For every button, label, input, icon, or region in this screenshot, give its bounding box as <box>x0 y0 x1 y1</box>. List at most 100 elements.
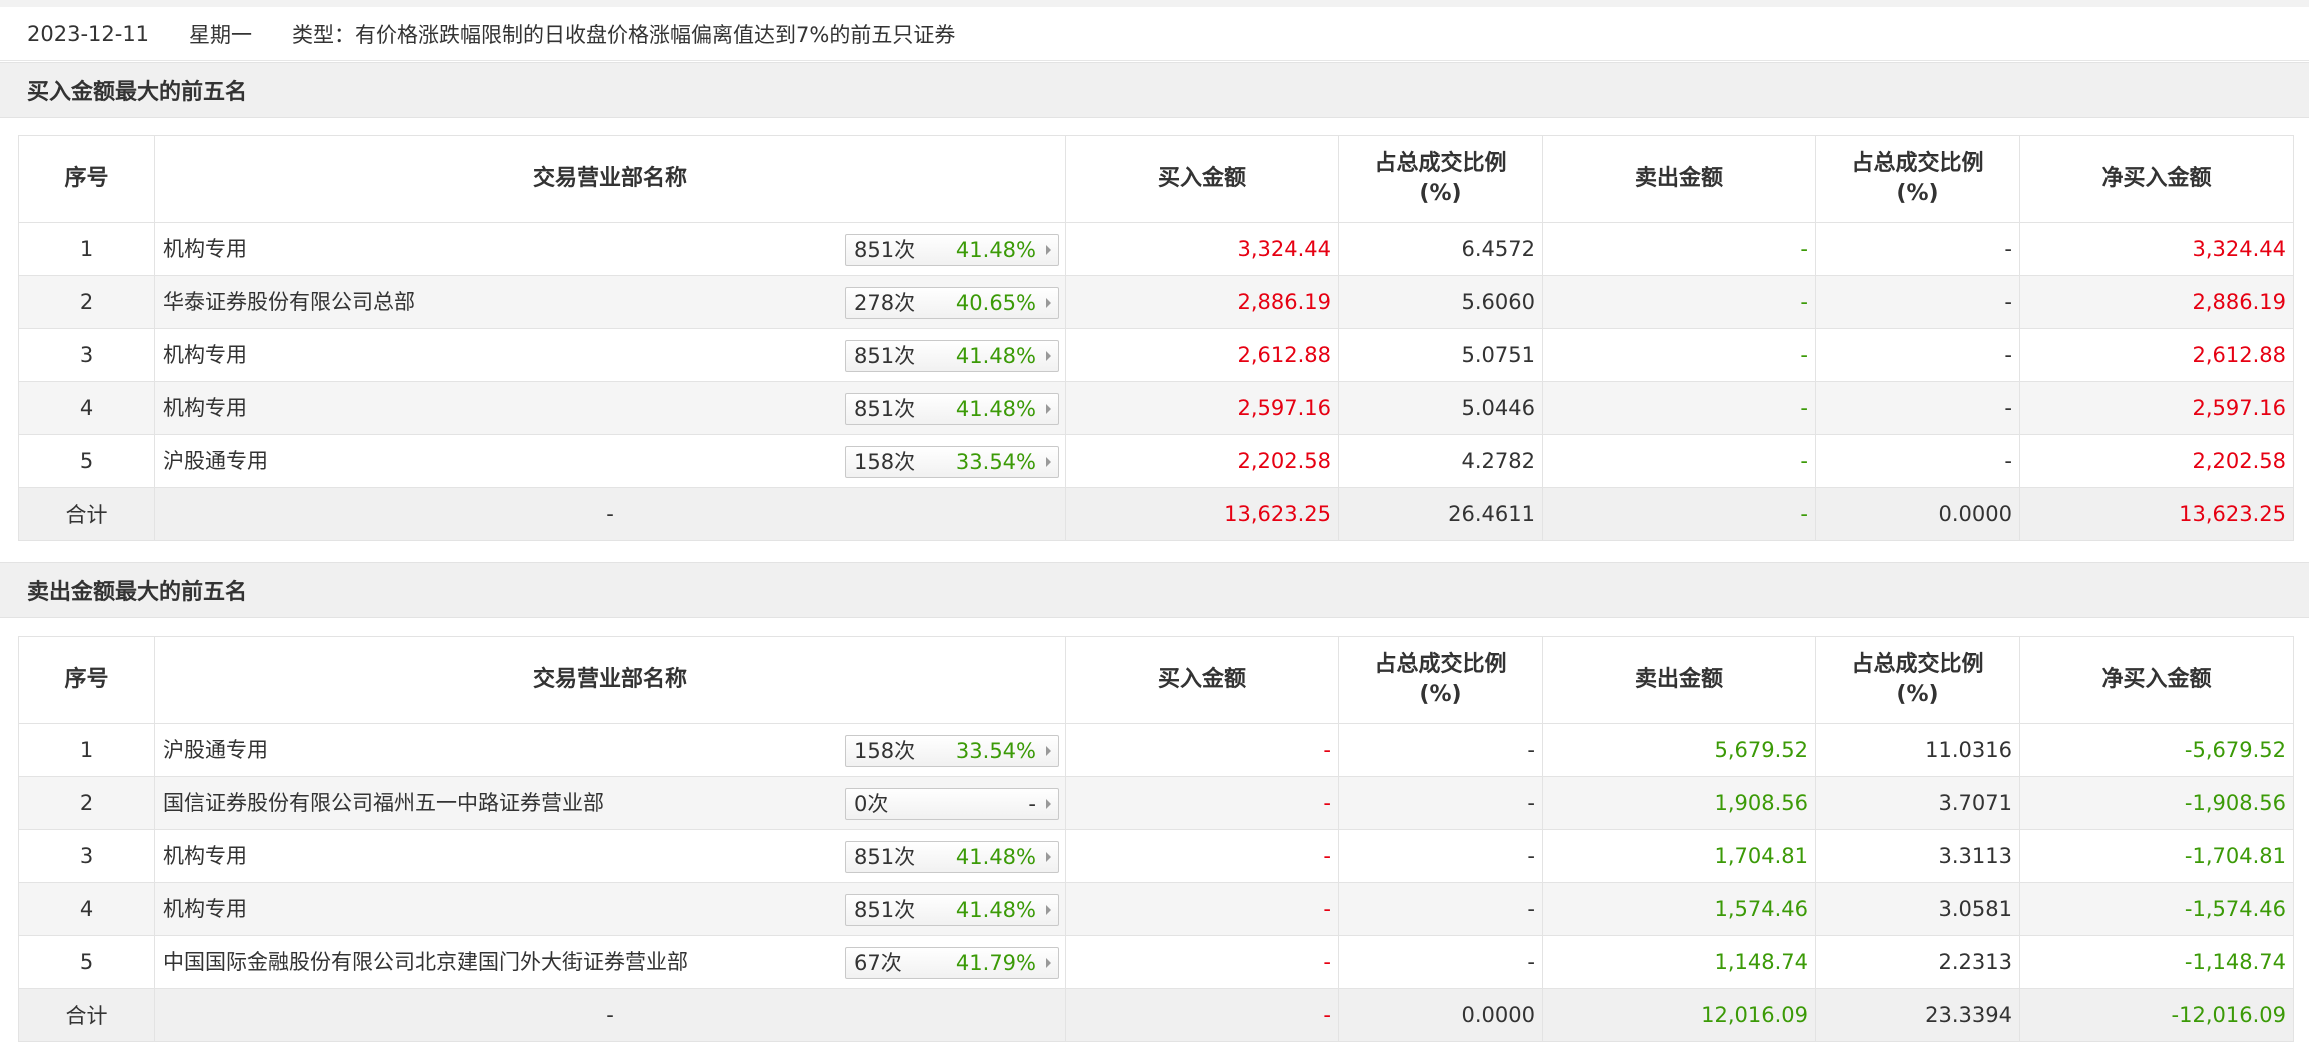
branch-stats-button[interactable]: 158次 33.54% <box>845 446 1059 478</box>
col-branch-name: 交易营业部名称 <box>154 636 1066 724</box>
branch-name-link[interactable]: 华泰证券股份有限公司总部 <box>163 276 415 328</box>
branch-name-link[interactable]: 机构专用 <box>163 223 247 275</box>
row-index: 3 <box>18 829 155 883</box>
success-rate: - <box>1028 792 1036 816</box>
branch-cell: 华泰证券股份有限公司总部 278次 40.65% <box>154 275 1066 329</box>
sell-amount: 5,679.52 <box>1542 723 1816 777</box>
branch-name-link[interactable]: 中国国际金融股份有限公司北京建国门外大街证券营业部 <box>163 936 688 988</box>
row-index: 1 <box>18 222 155 276</box>
caret-right-icon <box>1046 958 1051 968</box>
sell-ratio: - <box>1815 275 2020 329</box>
table-row: 3 机构专用 851次 41.48% 2,612.88 5.0751- -2,612.88 <box>18 328 2294 382</box>
branch-cell: 国信证券股份有限公司福州五一中路证券营业部 0次 - <box>154 776 1066 830</box>
col-sell-amount: 卖出金额 <box>1542 636 1816 724</box>
sell-amount: 1,574.46 <box>1542 882 1816 936</box>
table-row: 4 机构专用 851次 41.48% 2,597.16 5.0446- -2,597.16 <box>18 381 2294 435</box>
table-row: 2 华泰证券股份有限公司总部 278次 40.65% 2,886.19 5.6060- -2… <box>18 275 2294 329</box>
table-header-row: 序号 交易营业部名称 买入金额 占总成交比例 (%) 卖出金额 占总成交比例 (%)… <box>18 636 2294 724</box>
total-net-amount: -12,016.09 <box>2019 988 2294 1042</box>
row-index: 4 <box>18 882 155 936</box>
sell-section-title: 卖出金额最大的前五名 <box>0 562 2309 618</box>
sell-ratio: 2.2313 <box>1815 935 2020 989</box>
total-label: 合计 <box>18 988 155 1042</box>
table-row: 4 机构专用 851次 41.48% - -1,574.46 3.0581 -1,574.46 <box>18 882 2294 936</box>
branch-stats-button[interactable]: 851次 41.48% <box>845 894 1059 926</box>
col-index: 序号 <box>18 135 155 223</box>
total-row: 合计 -13,623.25 26.4611-0.0000 13,623.25 <box>18 487 2294 541</box>
success-rate: 41.48% <box>955 845 1036 869</box>
appearance-count: 851次 <box>854 898 916 922</box>
sell-ratio: 3.0581 <box>1815 882 2020 936</box>
total-branch: - <box>154 487 1066 541</box>
sell-amount: 1,704.81 <box>1542 829 1816 883</box>
sell-ratio: - <box>1815 222 2020 276</box>
branch-name-link[interactable]: 机构专用 <box>163 883 247 935</box>
buy-ratio: - <box>1338 882 1543 936</box>
caret-right-icon <box>1046 404 1051 414</box>
table-row: 5 中国国际金融股份有限公司北京建国门外大街证券营业部 67次 41.79% - -1,1… <box>18 935 2294 989</box>
net-amount: 2,202.58 <box>2019 434 2294 488</box>
total-branch: - <box>154 988 1066 1042</box>
branch-name-link[interactable]: 机构专用 <box>163 382 247 434</box>
col-index: 序号 <box>18 636 155 724</box>
branch-cell: 沪股通专用 158次 33.54% <box>154 434 1066 488</box>
branch-stats-button[interactable]: 851次 41.48% <box>845 234 1059 266</box>
net-amount: 2,886.19 <box>2019 275 2294 329</box>
branch-stats-button[interactable]: 158次 33.54% <box>845 735 1059 767</box>
sell-amount: - <box>1542 275 1816 329</box>
branch-cell: 沪股通专用 158次 33.54% <box>154 723 1066 777</box>
branch-name-link[interactable]: 沪股通专用 <box>163 724 268 776</box>
branch-stats-button[interactable]: 67次 41.79% <box>845 947 1059 979</box>
caret-right-icon <box>1046 351 1051 361</box>
branch-stats-button[interactable]: 0次 - <box>845 788 1059 820</box>
row-index: 3 <box>18 328 155 382</box>
sell-amount: - <box>1542 222 1816 276</box>
success-rate: 41.48% <box>955 344 1036 368</box>
col-sell-ratio: 占总成交比例 (%) <box>1815 636 2020 724</box>
appearance-count: 0次 <box>854 792 889 816</box>
row-index: 4 <box>18 381 155 435</box>
table-row: 2 国信证券股份有限公司福州五一中路证券营业部 0次 - - -1,908.56 3.707… <box>18 776 2294 830</box>
branch-cell: 机构专用 851次 41.48% <box>154 222 1066 276</box>
branch-stats-button[interactable]: 851次 41.48% <box>845 841 1059 873</box>
branch-name-link[interactable]: 国信证券股份有限公司福州五一中路证券营业部 <box>163 777 604 829</box>
branch-cell: 机构专用 851次 41.48% <box>154 829 1066 883</box>
col-buy-ratio: 占总成交比例 (%) <box>1338 636 1543 724</box>
success-rate: 33.54% <box>955 450 1036 474</box>
table-header-row: 序号 交易营业部名称 买入金额 占总成交比例 (%) 卖出金额 占总成交比例 (%)… <box>18 135 2294 223</box>
row-index: 5 <box>18 434 155 488</box>
buy-ratio: - <box>1338 935 1543 989</box>
caret-right-icon <box>1046 457 1051 467</box>
appearance-count: 158次 <box>854 450 916 474</box>
total-buy-amount: - <box>1065 988 1339 1042</box>
row-index: 2 <box>18 776 155 830</box>
buy-amount: 2,612.88 <box>1065 328 1339 382</box>
success-rate: 40.65% <box>955 291 1036 315</box>
total-row: 合计 - -0.0000 12,016.09 23.3394 -12,016.09 <box>18 988 2294 1042</box>
appearance-count: 851次 <box>854 238 916 262</box>
branch-stats-button[interactable]: 851次 41.48% <box>845 393 1059 425</box>
col-sell-amount: 卖出金额 <box>1542 135 1816 223</box>
appearance-count: 278次 <box>854 291 916 315</box>
table-row: 1 沪股通专用 158次 33.54% - -5,679.52 11.0316 -5,679.… <box>18 723 2294 777</box>
branch-cell: 机构专用 851次 41.48% <box>154 381 1066 435</box>
success-rate: 33.54% <box>955 739 1036 763</box>
total-sell-ratio: 0.0000 <box>1815 487 2020 541</box>
caret-right-icon <box>1046 905 1051 915</box>
col-sell-ratio: 占总成交比例 (%) <box>1815 135 2020 223</box>
branch-name-link[interactable]: 沪股通专用 <box>163 435 268 487</box>
total-buy-amount: 13,623.25 <box>1065 487 1339 541</box>
appearance-count: 158次 <box>854 739 916 763</box>
buy-amount: - <box>1065 935 1339 989</box>
branch-name-link[interactable]: 机构专用 <box>163 329 247 381</box>
branch-stats-button[interactable]: 851次 41.48% <box>845 340 1059 372</box>
total-sell-ratio: 23.3394 <box>1815 988 2020 1042</box>
buy-amount: - <box>1065 723 1339 777</box>
caret-right-icon <box>1046 298 1051 308</box>
branch-stats-button[interactable]: 278次 40.65% <box>845 287 1059 319</box>
caret-right-icon <box>1046 245 1051 255</box>
buy-ratio: - <box>1338 723 1543 777</box>
buy-amount: - <box>1065 829 1339 883</box>
branch-name-link[interactable]: 机构专用 <box>163 830 247 882</box>
buy-ratio: 5.0751 <box>1338 328 1543 382</box>
